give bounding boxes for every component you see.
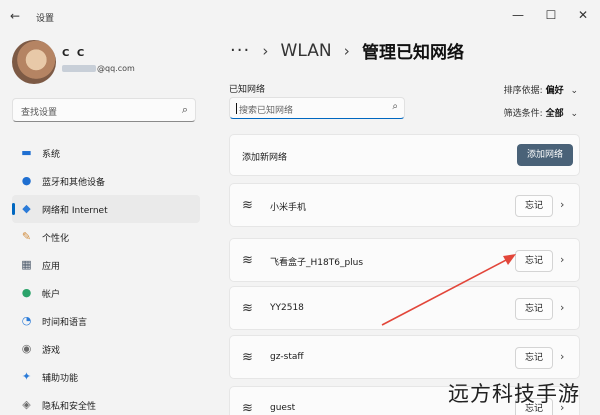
user-profile[interactable]: C C @qq.com xyxy=(12,40,202,86)
text-caret xyxy=(236,103,237,114)
wifi-icon: ≋ xyxy=(242,350,253,365)
chevron-right-icon[interactable]: › xyxy=(560,198,564,211)
forget-button[interactable]: 忘记 xyxy=(515,298,553,320)
search-icon[interactable]: ⌕ xyxy=(182,103,188,117)
network-icon: ◆ xyxy=(22,202,31,215)
breadcrumb-separator: › xyxy=(343,41,350,60)
forget-button[interactable]: 忘记 xyxy=(515,195,553,217)
known-networks-label: 已知网络 xyxy=(229,85,266,95)
accessibility-icon: ✦ xyxy=(21,370,32,383)
personalization-icon: ✎ xyxy=(21,230,32,243)
network-name: gz-staff xyxy=(270,352,304,362)
network-name: 小米手机 xyxy=(270,203,307,213)
add-network-card: 添加新网络 添加网络 xyxy=(229,134,580,176)
sidebar-item-label: 个性化 xyxy=(42,234,70,244)
settings-search-input[interactable]: 查找设置 ⌕ xyxy=(12,98,196,122)
apps-icon: ▦ xyxy=(21,258,32,271)
wifi-icon: ≋ xyxy=(242,401,253,415)
chevron-right-icon[interactable]: › xyxy=(560,301,564,314)
sidebar-item[interactable]: ● 蓝牙和其他设备 xyxy=(12,167,200,195)
sidebar-nav: ▬ 系统 ● 蓝牙和其他设备 ◆ 网络和 Internet ✎ 个性化 ▦ 应用 ● 帐户 ◔ 时间和语言… xyxy=(12,139,200,415)
sidebar-item-label: 时间和语言 xyxy=(42,318,88,328)
network-row[interactable]: ≋ 小米手机 忘记 › xyxy=(229,183,580,227)
filter-label: 筛选条件: xyxy=(503,109,543,119)
network-row[interactable]: ≋ gz-staff 忘记 › xyxy=(229,335,580,379)
sidebar-item[interactable]: ▦ 应用 xyxy=(12,251,200,279)
chevron-down-icon: ⌄ xyxy=(570,109,578,119)
wifi-icon: ≋ xyxy=(242,301,253,316)
window-title: 设置 xyxy=(36,14,55,24)
watermark-text: 远方科技手游 xyxy=(448,382,580,406)
email-redaction xyxy=(62,65,96,72)
add-network-label: 添加新网络 xyxy=(242,153,288,163)
network-name: YY2518 xyxy=(270,303,304,313)
breadcrumb-overflow[interactable]: ··· xyxy=(230,40,250,61)
title-bar: ← 设置 — ☐ ✕ xyxy=(0,0,600,32)
chevron-down-icon: ⌄ xyxy=(570,86,578,96)
forget-button[interactable]: 忘记 xyxy=(515,250,553,272)
sidebar-item[interactable]: ◈ 隐私和安全性 xyxy=(12,391,200,415)
sidebar-item[interactable]: ▬ 系统 xyxy=(12,139,200,167)
minimize-button[interactable]: — xyxy=(507,6,529,24)
network-row[interactable]: ≋ 飞看盒子_H18T6_plus 忘记 › xyxy=(229,238,580,282)
back-arrow-icon[interactable]: ← xyxy=(10,9,20,23)
known-networks-search-input[interactable]: 搜索已知网络 ⌕ xyxy=(229,97,405,119)
network-name: 飞看盒子_H18T6_plus xyxy=(270,258,364,268)
sidebar-item[interactable]: ✦ 辅助功能 xyxy=(12,363,200,391)
close-button[interactable]: ✕ xyxy=(572,6,594,24)
filter-dropdown[interactable]: 筛选条件: 全部 ⌄ xyxy=(504,106,578,119)
filter-value: 全部 xyxy=(545,109,564,119)
sort-label: 排序依据: xyxy=(503,86,543,96)
maximize-button[interactable]: ☐ xyxy=(540,6,562,24)
system-icon: ▬ xyxy=(21,146,32,159)
sidebar-item-label: 帐户 xyxy=(42,290,61,300)
sidebar-item-label: 蓝牙和其他设备 xyxy=(42,178,106,188)
sidebar-item-label: 辅助功能 xyxy=(42,374,79,384)
bluetooth-icon: ● xyxy=(21,174,32,187)
profile-name: C C xyxy=(62,48,87,59)
wifi-icon: ≋ xyxy=(242,253,253,268)
sidebar-item[interactable]: ✎ 个性化 xyxy=(12,223,200,251)
known-networks-search-placeholder: 搜索已知网络 xyxy=(239,106,294,116)
search-icon[interactable]: ⌕ xyxy=(392,101,398,112)
sidebar-item[interactable]: ● 帐户 xyxy=(12,279,200,307)
email-suffix: @qq.com xyxy=(97,64,135,73)
add-network-button[interactable]: 添加网络 xyxy=(517,144,573,166)
network-row[interactable]: ≋ YY2518 忘记 › xyxy=(229,286,580,330)
sidebar-item[interactable]: ◆ 网络和 Internet xyxy=(12,195,200,223)
forget-button[interactable]: 忘记 xyxy=(515,347,553,369)
network-name: guest xyxy=(270,403,296,413)
sidebar-item-label: 隐私和安全性 xyxy=(42,402,97,412)
page-title: 管理已知网络 xyxy=(361,43,464,63)
sort-dropdown[interactable]: 排序依据: 偏好 ⌄ xyxy=(504,83,578,96)
avatar[interactable] xyxy=(12,40,56,84)
chevron-right-icon[interactable]: › xyxy=(560,253,564,266)
privacy-icon: ◈ xyxy=(22,398,31,411)
gaming-icon: ◉ xyxy=(21,342,32,355)
sidebar-item-label: 网络和 Internet xyxy=(42,206,108,216)
wifi-icon: ≋ xyxy=(242,198,253,213)
sidebar-item-label: 游戏 xyxy=(42,346,61,356)
account-icon: ● xyxy=(21,286,32,299)
sidebar-item[interactable]: ◉ 游戏 xyxy=(12,335,200,363)
settings-search-placeholder: 查找设置 xyxy=(21,108,58,118)
sidebar-item-label: 系统 xyxy=(42,150,61,160)
profile-email: @qq.com xyxy=(62,64,135,73)
sort-value: 偏好 xyxy=(545,86,564,96)
breadcrumb: ··· › WLAN › 管理已知网络 xyxy=(230,38,464,68)
breadcrumb-separator: › xyxy=(262,41,269,60)
chevron-right-icon[interactable]: › xyxy=(560,350,564,363)
sidebar-item-label: 应用 xyxy=(42,262,61,272)
sidebar-item[interactable]: ◔ 时间和语言 xyxy=(12,307,200,335)
time-language-icon: ◔ xyxy=(21,314,32,327)
breadcrumb-wlan[interactable]: WLAN xyxy=(281,41,332,61)
